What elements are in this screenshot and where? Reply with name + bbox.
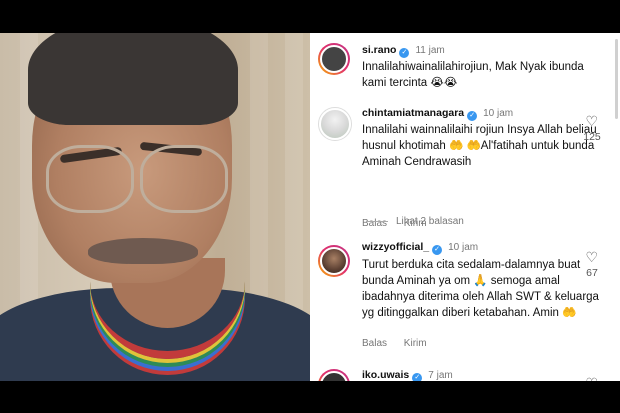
like-count: 67 [586, 267, 598, 279]
video-panel[interactable] [0, 33, 310, 381]
person-hair [28, 33, 238, 125]
view-replies-link[interactable]: Lihat 2 balasan [366, 216, 464, 227]
comment-username[interactable]: chintamiatmanagara ✓ 10 jam [362, 107, 513, 121]
comment-text: Innalilahiwainalilahirojiun, Mak Nyak ib… [362, 61, 584, 89]
comment-time: 11 jam [415, 45, 445, 56]
heart-icon[interactable]: ♡ [585, 113, 598, 130]
username-text[interactable]: iko.uwais [362, 369, 409, 381]
comment-text: Innalilahi wainnalilaihi rojiun Insya Al… [362, 124, 597, 168]
verified-badge-icon: ✓ [412, 373, 423, 381]
send-button[interactable]: Kirim [404, 338, 427, 349]
person-mustache [88, 238, 198, 264]
avatar[interactable] [318, 369, 350, 381]
heart-icon[interactable]: ♡ [585, 375, 598, 381]
heart-icon[interactable]: ♡ [585, 249, 598, 266]
reply-button[interactable]: Balas [362, 338, 387, 349]
username-text[interactable]: wizzyofficial_ [362, 241, 429, 253]
verified-badge-icon: ✓ [432, 245, 443, 255]
avatar[interactable] [318, 43, 350, 75]
comments-panel: si.rano ✓ 11 jam Innalilahiwainalilahiroji… [310, 33, 620, 381]
avatar-image [320, 371, 348, 381]
view-replies-text[interactable]: Lihat 2 balasan [396, 216, 464, 227]
comment-time: 10 jam [483, 108, 514, 119]
avatar[interactable] [318, 107, 352, 141]
screenshot-frame: si.rano ✓ 11 jam Innalilahiwainalilahiroji… [0, 33, 620, 381]
avatar-image [320, 247, 348, 275]
glasses-left-lens [46, 145, 134, 213]
comment-username[interactable]: wizzyofficial_ ✓ 10 jam [362, 241, 478, 255]
comment-time: 7 jam [428, 370, 453, 381]
comment-username[interactable]: iko.uwais ✓ 7 jam [362, 369, 453, 381]
avatar-image [320, 45, 348, 73]
glasses-right-lens [140, 145, 228, 213]
scrollbar[interactable] [615, 39, 618, 119]
like-count: 125 [583, 131, 601, 143]
verified-badge-icon: ✓ [467, 111, 478, 121]
username-text[interactable]: chintamiatmanagara [362, 107, 464, 119]
comment-text: Turut berduka cita sedalam-dalamnya buat… [362, 259, 599, 319]
avatar-image [319, 108, 351, 140]
comment-actions: Balas Kirim [362, 338, 441, 349]
comment-username[interactable]: si.rano ✓ 11 jam [362, 44, 445, 58]
comment-time: 10 jam [448, 242, 479, 253]
divider-line [366, 220, 388, 222]
username-text[interactable]: si.rano [362, 44, 396, 56]
avatar[interactable] [318, 245, 350, 277]
verified-badge-icon: ✓ [399, 48, 410, 58]
